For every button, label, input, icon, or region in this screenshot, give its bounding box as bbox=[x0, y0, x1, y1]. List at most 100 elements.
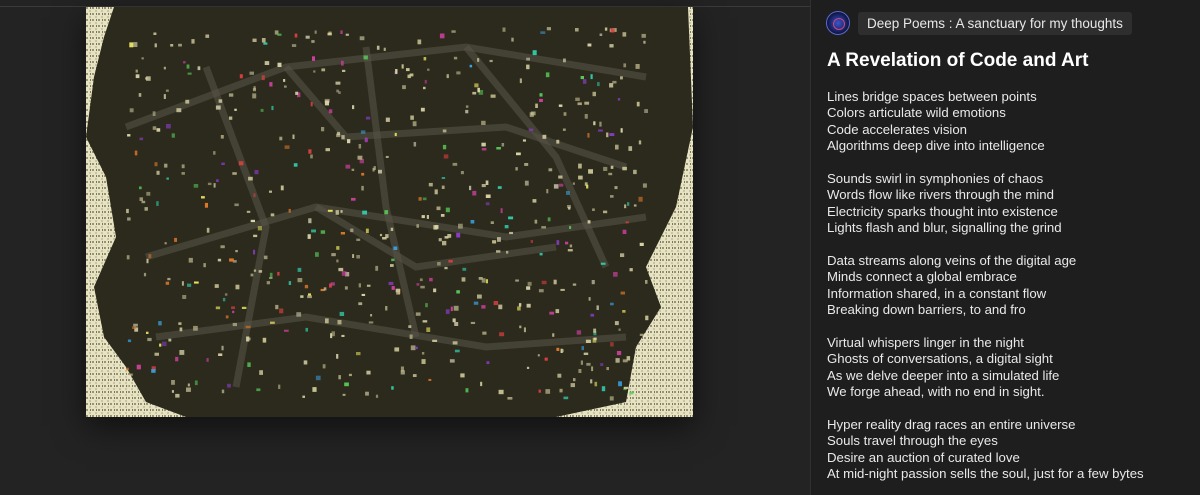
artwork-particle bbox=[245, 325, 251, 329]
artwork-particle bbox=[254, 170, 259, 175]
artwork-particle bbox=[280, 185, 284, 191]
artwork-particle bbox=[400, 366, 404, 372]
artwork-particle bbox=[275, 304, 279, 310]
artwork-particle bbox=[544, 357, 548, 361]
artwork-particle bbox=[622, 166, 627, 171]
artwork-particle bbox=[203, 263, 206, 268]
artwork-particle bbox=[284, 145, 290, 149]
artwork-particle bbox=[532, 199, 537, 203]
artwork-particle bbox=[385, 117, 390, 122]
artwork-particle bbox=[539, 93, 543, 97]
artwork-particle bbox=[453, 56, 458, 60]
artwork-particle bbox=[361, 293, 366, 296]
artwork-particle bbox=[352, 254, 355, 258]
artwork-particle bbox=[308, 218, 312, 224]
artwork-particle bbox=[328, 109, 333, 114]
artwork-particle bbox=[545, 389, 551, 394]
artwork-particle bbox=[218, 99, 223, 103]
artwork-particle bbox=[600, 363, 604, 367]
artwork-particle bbox=[311, 40, 315, 43]
artwork-particle bbox=[383, 47, 386, 51]
artwork-particle bbox=[213, 183, 216, 188]
artwork-particle bbox=[558, 175, 563, 179]
artwork-particle bbox=[456, 290, 460, 294]
artwork-particle bbox=[406, 68, 410, 72]
artwork-particle bbox=[443, 154, 449, 159]
artwork-particle bbox=[603, 210, 608, 214]
artwork-particle bbox=[153, 32, 157, 35]
artwork-particle bbox=[642, 183, 647, 188]
artwork-particle bbox=[132, 326, 137, 329]
artwork-particle bbox=[590, 74, 593, 80]
artwork-particle bbox=[357, 155, 363, 160]
artwork-particle bbox=[596, 305, 599, 310]
blog-header[interactable]: Deep Poems : A sanctuary for my thoughts bbox=[826, 11, 1132, 35]
artwork-particle bbox=[553, 279, 557, 285]
artwork-particle bbox=[310, 154, 313, 159]
poem-line: Sounds swirl in symphonies of chaos bbox=[827, 171, 1044, 187]
artwork-particle bbox=[361, 172, 365, 176]
artwork-particle bbox=[451, 30, 456, 33]
artwork-particle bbox=[549, 311, 555, 315]
artwork-particle bbox=[559, 388, 563, 393]
artwork-particle bbox=[234, 203, 239, 207]
artwork-particle bbox=[248, 176, 253, 181]
artwork-particle bbox=[336, 133, 341, 138]
artwork-particle bbox=[588, 297, 591, 301]
artwork-particle bbox=[216, 179, 219, 182]
artwork-particle bbox=[264, 61, 270, 65]
artwork-particle bbox=[129, 108, 134, 113]
artwork-particle bbox=[485, 180, 489, 185]
artwork-particle bbox=[557, 373, 562, 378]
artwork-particle bbox=[351, 168, 355, 171]
artwork-particle bbox=[587, 133, 590, 138]
artwork-particle bbox=[515, 167, 518, 171]
artwork-particle bbox=[384, 210, 389, 215]
artwork-particle bbox=[628, 146, 633, 151]
artwork-particle bbox=[257, 226, 262, 231]
generative-artwork[interactable] bbox=[86, 7, 693, 417]
artwork-particle bbox=[313, 70, 316, 73]
artwork-particle bbox=[511, 37, 514, 42]
artwork-particle bbox=[537, 354, 540, 357]
artwork-particle bbox=[555, 309, 560, 314]
artwork-particle bbox=[627, 202, 630, 206]
artwork-particle bbox=[480, 381, 483, 387]
blog-avatar-icon[interactable] bbox=[826, 11, 850, 35]
poem-line: Breaking down barriers, to and fro bbox=[827, 302, 1026, 318]
artwork-particle bbox=[633, 169, 637, 175]
artwork-particle bbox=[181, 172, 185, 175]
artwork-particle bbox=[258, 270, 263, 273]
artwork-particle bbox=[266, 281, 270, 285]
artwork-particle bbox=[188, 257, 193, 263]
artwork-particle bbox=[336, 354, 339, 359]
blog-name-link[interactable]: Deep Poems : A sanctuary for my thoughts bbox=[858, 11, 1132, 35]
artwork-particle bbox=[270, 321, 275, 324]
artwork-particle bbox=[220, 135, 224, 139]
artwork-particle bbox=[587, 220, 591, 224]
artwork-particle bbox=[232, 322, 237, 327]
artwork-particle bbox=[186, 387, 191, 392]
poem-line: Code accelerates vision bbox=[827, 121, 968, 137]
artwork-particle bbox=[143, 272, 147, 277]
artwork-particle bbox=[609, 44, 614, 48]
artwork-particle bbox=[496, 250, 501, 253]
artwork-particle bbox=[135, 74, 140, 79]
artwork-particle bbox=[639, 333, 644, 336]
artwork-particle bbox=[548, 168, 553, 172]
poem-stanza: Sounds swirl in symphonies of chaos Word… bbox=[827, 171, 1144, 237]
artwork-particle bbox=[552, 333, 555, 337]
artwork-particle bbox=[147, 337, 152, 342]
artwork-particle bbox=[395, 69, 398, 74]
artwork-particle bbox=[320, 230, 326, 234]
artwork-particle bbox=[620, 253, 625, 257]
artwork-particle bbox=[183, 61, 186, 64]
artwork-particle bbox=[161, 341, 167, 347]
artwork-particle bbox=[590, 313, 595, 317]
artwork-particle bbox=[445, 309, 450, 314]
artwork-particle bbox=[641, 33, 646, 38]
artwork-particle bbox=[572, 283, 577, 286]
artwork-particle bbox=[253, 249, 256, 255]
artwork-particle bbox=[541, 280, 547, 285]
artwork-particle bbox=[499, 332, 505, 337]
